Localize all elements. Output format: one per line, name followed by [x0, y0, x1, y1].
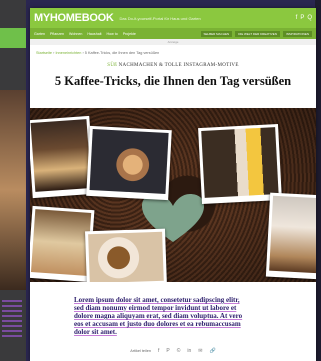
- breadcrumb-current: 5 Kaffee-Tricks, die Ihnen den Tag versü…: [84, 51, 160, 55]
- site-header: MYHOMEBOOK Das Do-it-yourself-Portal für…: [30, 8, 316, 28]
- adjacent-screen-left: [0, 0, 26, 361]
- hero-image: [30, 108, 316, 282]
- article-body: Lorem ipsum dolor sit amet, consetetur s…: [74, 296, 284, 336]
- nav-item-pflanzen[interactable]: Pflanzen: [50, 32, 64, 36]
- facebook-icon[interactable]: f: [296, 15, 298, 21]
- body-line: dolore magna aliquyam erat, sed diam vol…: [74, 312, 243, 320]
- facebook-share-icon[interactable]: f: [158, 348, 159, 354]
- breadcrumb-home[interactable]: Startseite: [36, 51, 52, 55]
- link-share-icon[interactable]: 🔗: [209, 348, 215, 354]
- article-headline: 5 Kaffee-Tricks, die Ihnen den Tag versü…: [54, 74, 292, 88]
- site-tagline: Das Do-it-yourself-Portal für Haus und G…: [119, 15, 201, 21]
- nav-button-inspirationen[interactable]: INSPIRATIONEN: [282, 30, 312, 37]
- body-line: eos et accusam et justo duo dolores et e…: [74, 320, 241, 328]
- photo-cappuccino: [85, 228, 167, 282]
- adjacent-header: [0, 28, 26, 48]
- body-line: sed diam nonumy eirmod tempor invidunt u…: [74, 304, 237, 312]
- pinterest-share-icon[interactable]: P: [166, 348, 169, 354]
- pinterest-icon[interactable]: P: [300, 15, 304, 21]
- browser-screen: MYHOMEBOOK Das Do-it-yourself-Portal für…: [30, 8, 316, 361]
- share-label: Artikel teilen: [130, 349, 151, 353]
- nav-button-kreative[interactable]: DIE WELT DER KREATIVEN: [235, 30, 280, 37]
- adjacent-image: [0, 90, 26, 290]
- site-logo[interactable]: MYHOMEBOOK: [34, 12, 114, 24]
- nav-button-selber-machen[interactable]: SELBER MACHEN: [200, 30, 233, 37]
- nav-buttons: SELBER MACHEN DIE WELT DER KREATIVEN INS…: [200, 30, 312, 37]
- kicker-text: NACHMACHEN & TOLLE INSTAGRAM-MOTIVE: [117, 63, 239, 68]
- share-bar: Artikel teilen f P © in ✉ 🔗: [30, 348, 316, 354]
- email-share-icon[interactable]: ✉: [198, 348, 202, 354]
- photo-coffee-cup: [30, 115, 95, 199]
- photo-frappe: [265, 192, 316, 280]
- breadcrumb-section[interactable]: Inneneinrichten: [55, 51, 81, 55]
- search-icon[interactable]: Q: [307, 15, 312, 21]
- nav-item-wohnen[interactable]: Wohnen: [69, 32, 82, 36]
- main-nav: Garten Pflanzen Wohnen Haushalt How to P…: [30, 28, 316, 39]
- nav-item-how-to[interactable]: How to: [107, 32, 118, 36]
- linkedin-share-icon[interactable]: in: [187, 348, 191, 354]
- article-kicker: SÜß NACHMACHEN & TOLLE INSTAGRAM-MOTIVE: [30, 63, 316, 68]
- nav-item-projekte[interactable]: Projekte: [123, 32, 136, 36]
- breadcrumb: Startseite › Inneneinrichten › 5 Kaffee-…: [30, 45, 316, 55]
- nav-item-haushalt[interactable]: Haushalt: [87, 32, 101, 36]
- body-line: Lorem ipsum dolor sit amet, consetetur s…: [74, 296, 240, 304]
- photo-latte-art: [86, 125, 172, 201]
- body-line: dolor sit amet.: [74, 328, 117, 336]
- header-icons: f P Q: [296, 15, 312, 21]
- whatsapp-share-icon[interactable]: ©: [177, 348, 181, 354]
- adjacent-text: [2, 300, 22, 340]
- kicker-accent: SÜß: [107, 63, 118, 68]
- nav-item-garten[interactable]: Garten: [34, 32, 45, 36]
